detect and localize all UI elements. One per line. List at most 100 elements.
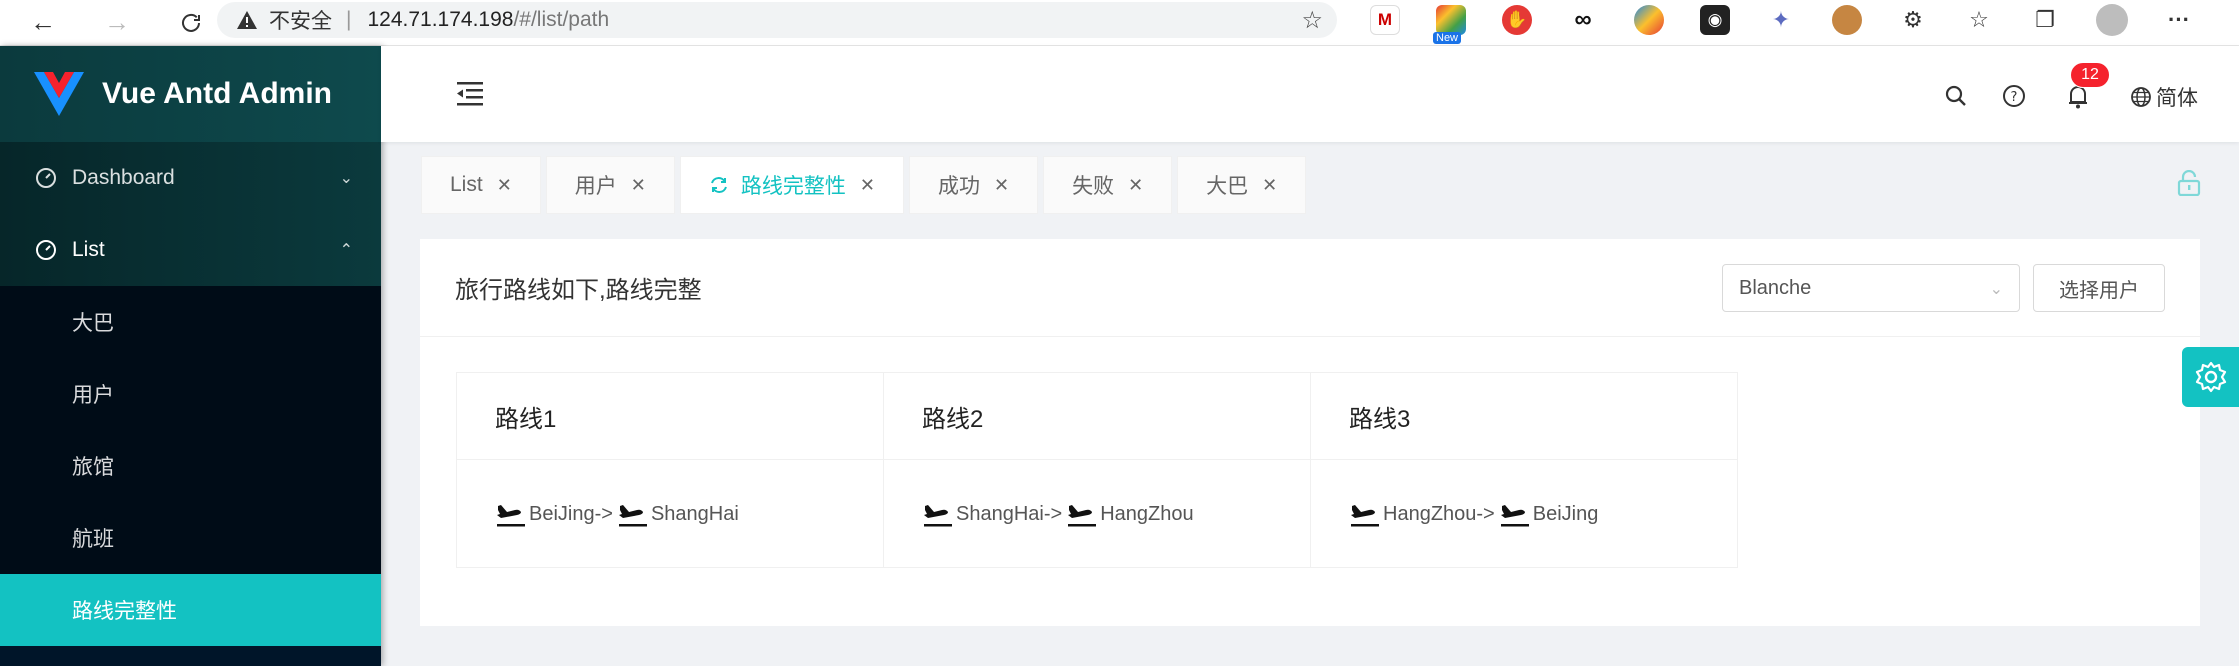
- sidebar-item-label: 航班: [72, 528, 114, 551]
- sidebar: Vue Antd Admin Dashboard ⌄ List ⌃ 大巴 用户 …: [0, 46, 381, 666]
- language-label: 简体: [2156, 87, 2198, 110]
- address-separator: |: [346, 8, 352, 31]
- close-icon[interactable]: ✕: [631, 175, 646, 196]
- menu-fold-icon[interactable]: [453, 76, 487, 110]
- tab-user[interactable]: 用户 ✕: [545, 156, 675, 214]
- tab-label: 大巴: [1206, 175, 1249, 198]
- new-badge: New: [1433, 32, 1462, 44]
- unlock-icon[interactable]: [2176, 170, 2202, 196]
- url-host: 124.71.174.198: [367, 8, 514, 31]
- route-item: 路线3 HangZhou-> BeiJing: [1310, 372, 1738, 568]
- airplane-landing-icon: [497, 505, 525, 527]
- tab-label: 失败: [1072, 175, 1115, 198]
- svg-text:?: ?: [2011, 90, 2018, 105]
- vue-logo-icon: [34, 72, 84, 116]
- tab-failure[interactable]: 失败 ✕: [1043, 156, 1173, 214]
- tab-route-integrity[interactable]: 路线完整性 ✕: [679, 156, 904, 214]
- sidebar-item-dashboard[interactable]: Dashboard ⌄: [0, 142, 381, 214]
- browser-toolbar: ← → 不安全 | 124.71.174.198/#/list/path ☆ M…: [0, 0, 2239, 46]
- extension-cookie-icon[interactable]: [1832, 5, 1862, 35]
- chevron-down-icon: ⌄: [339, 170, 353, 187]
- extension-stop-icon[interactable]: ✋: [1502, 5, 1532, 35]
- dashboard-icon: [34, 238, 58, 262]
- app-logo-area[interactable]: Vue Antd Admin: [0, 46, 381, 142]
- tab-bus[interactable]: 大巴 ✕: [1177, 156, 1307, 214]
- globe-icon: [2131, 87, 2151, 107]
- close-icon[interactable]: ✕: [1128, 175, 1143, 196]
- extension-mail-icon[interactable]: M: [1370, 5, 1400, 35]
- airplane-landing-icon: [1068, 505, 1097, 527]
- route-path: HangZhou-> BeiJing: [1311, 460, 1737, 568]
- tab-label: 用户: [574, 175, 617, 198]
- extension-color-icon[interactable]: New: [1433, 5, 1466, 44]
- route-path: ShangHai-> HangZhou: [884, 460, 1310, 568]
- airplane-landing-icon: [1500, 505, 1529, 527]
- choose-user-button[interactable]: 选择用户: [2033, 264, 2165, 312]
- notification-badge: 12: [2070, 62, 2110, 88]
- sidebar-subitem-user[interactable]: 用户: [0, 358, 381, 430]
- select-value: Blanche: [1739, 276, 1812, 299]
- close-icon[interactable]: ✕: [1262, 175, 1277, 196]
- route-title: 路线3: [1311, 373, 1737, 460]
- extensions-puzzle-icon[interactable]: ⚙: [1898, 5, 1928, 35]
- route-card-panel: 旅行路线如下,路线完整 Blanche ⌄ 选择用户 路线1 BeiJing->…: [420, 239, 2200, 626]
- url-path: /#/list/path: [513, 8, 610, 31]
- extension-shield-icon[interactable]: [1634, 5, 1664, 35]
- sidebar-subitem-bus[interactable]: 大巴: [0, 286, 381, 358]
- route-to: BeiJing: [1532, 502, 1599, 525]
- airplane-landing-icon: [618, 505, 647, 527]
- tab-label: 路线完整性: [740, 175, 846, 198]
- close-icon[interactable]: ✕: [497, 175, 512, 196]
- warning-icon: [235, 8, 259, 32]
- sidebar-item-label: 路线完整性: [72, 600, 177, 623]
- route-to: ShangHai: [650, 502, 739, 525]
- sidebar-item-label: 旅馆: [72, 456, 114, 479]
- sidebar-subitem-route-integrity[interactable]: 路线完整性: [0, 574, 381, 646]
- help-icon[interactable]: ?: [2000, 82, 2028, 110]
- tab-success[interactable]: 成功 ✕: [908, 156, 1039, 214]
- bookmark-star-icon[interactable]: ☆: [1301, 6, 1323, 35]
- route-from: ShangHai->: [956, 502, 1063, 525]
- route-item: 路线2 ShangHai-> HangZhou: [883, 372, 1311, 568]
- card-title: 旅行路线如下,路线完整: [455, 277, 702, 304]
- close-icon[interactable]: ✕: [860, 175, 875, 196]
- language-switcher[interactable]: 简体: [2130, 82, 2198, 112]
- route-path: BeiJing-> ShangHai: [457, 460, 883, 568]
- user-select[interactable]: Blanche ⌄: [1722, 264, 2020, 312]
- page-tabs: List ✕ 用户 ✕ 路线完整性 ✕ 成功 ✕ 失败 ✕ 大巴 ✕: [421, 156, 1311, 214]
- sidebar-subitem-flight[interactable]: 航班: [0, 502, 381, 574]
- route-from: BeiJing->: [529, 502, 613, 525]
- tab-label: List: [450, 173, 483, 196]
- route-title: 路线2: [884, 373, 1310, 460]
- tab-list[interactable]: List ✕: [421, 156, 541, 214]
- sidebar-item-label: Dashboard: [72, 166, 175, 189]
- sidebar-item-list[interactable]: List ⌃: [0, 214, 381, 286]
- sync-icon: [710, 177, 727, 193]
- sidebar-item-label: List: [72, 238, 105, 261]
- reload-button[interactable]: [168, 0, 214, 46]
- route-grid: 路线1 BeiJing-> ShangHai 路线2 ShangHai-> Ha…: [456, 372, 1738, 568]
- airplane-landing-icon: [924, 505, 952, 527]
- collections-icon[interactable]: ❐: [2030, 5, 2060, 35]
- insecure-label: 不安全: [269, 10, 332, 33]
- close-icon[interactable]: ✕: [994, 175, 1009, 196]
- card-header: 旅行路线如下,路线完整 Blanche ⌄ 选择用户: [420, 239, 2200, 337]
- forward-button[interactable]: →: [94, 0, 140, 46]
- chevron-down-icon: ⌄: [1989, 281, 2003, 298]
- route-to: HangZhou: [1100, 502, 1194, 525]
- chevron-up-icon: ⌃: [339, 242, 353, 259]
- favorites-icon[interactable]: ☆: [1964, 5, 1994, 35]
- extension-bird-icon[interactable]: ✦: [1766, 5, 1796, 35]
- address-bar[interactable]: 不安全 | 124.71.174.198/#/list/path ☆: [217, 2, 1337, 38]
- search-icon[interactable]: [1942, 82, 1970, 110]
- route-item: 路线1 BeiJing-> ShangHai: [456, 372, 884, 568]
- extensions-bar: M New ✋ ∞ ◉ ✦ ⚙ ☆ ❐ ···: [1370, 0, 2230, 44]
- back-button[interactable]: ←: [20, 0, 66, 46]
- extension-face-icon[interactable]: ◉: [1700, 5, 1730, 35]
- more-menu-icon[interactable]: ···: [2164, 5, 2194, 35]
- settings-drawer-button[interactable]: [2182, 347, 2239, 407]
- extension-infinity-icon[interactable]: ∞: [1568, 5, 1598, 35]
- route-title: 路线1: [457, 373, 883, 460]
- profile-avatar[interactable]: [2096, 4, 2128, 36]
- sidebar-subitem-hotel[interactable]: 旅馆: [0, 430, 381, 502]
